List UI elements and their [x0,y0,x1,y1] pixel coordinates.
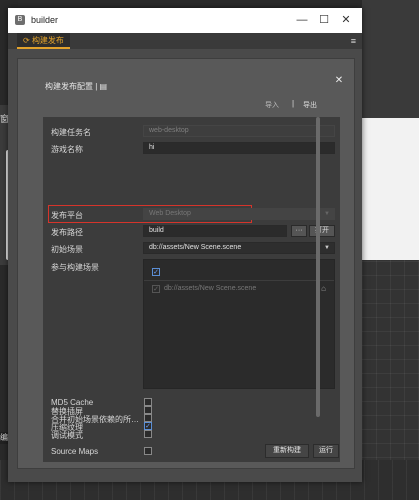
start-scene-label: 初始场景 [51,245,83,254]
start-scene-value: db://assets/New Scene.scene [149,244,242,251]
compress-texture-checkbox[interactable]: ✓ [144,422,152,430]
sourcemaps-checkbox[interactable] [144,447,152,455]
debug-checkbox[interactable] [144,430,152,438]
sourcemaps-label: Source Maps [51,447,99,456]
app-icon: B [15,15,25,25]
menu-icon[interactable]: ≡ [351,33,356,49]
title-bar: B builder — ☐ ✕ [8,8,362,33]
share-icon: ⟳ [23,36,32,45]
document-icon: ▤ [99,82,108,91]
platform-value: Web Desktop [149,210,191,217]
minimize-button[interactable]: — [292,12,312,28]
rebuild-button[interactable]: 重新构建 [265,444,309,458]
chevron-down-icon: ▼ [324,245,330,251]
close-window-button[interactable]: ✕ [336,12,356,28]
editor-preview-area [362,118,419,260]
export-link[interactable]: 导出 [303,100,317,110]
close-icon[interactable]: ✕ [332,74,346,88]
game-name-label: 游戏名称 [51,145,83,154]
scene-checkbox[interactable]: ✓ [152,285,160,293]
open-button[interactable]: 打开 [309,225,335,237]
start-scene-select[interactable]: db://assets/New Scene.scene ▼ [143,242,335,254]
dialog-title: 构建发布配置 | ▤ [45,81,107,92]
splash-label: 替换插屏 [51,407,83,416]
path-field[interactable]: build [143,225,287,237]
game-name-field[interactable]: hi [143,142,335,154]
scenes-label: 参与构建场景 [51,263,99,272]
window-title: builder [31,15,59,25]
merge-deps-checkbox[interactable] [144,414,152,422]
scrollbar[interactable] [316,117,320,417]
platform-select[interactable]: Web Desktop ▼ [143,208,335,220]
scene-list-header: ✓ [144,260,334,281]
scene-item: db://assets/New Scene.scene [164,285,257,292]
dialog-title-text: 构建发布配置 | [45,82,98,91]
path-label: 发布路径 [51,228,83,237]
maximize-button[interactable]: ☐ [314,12,334,28]
compress-texture-label: 压缩纹理 [51,423,83,432]
task-name-label: 构建任务名 [51,128,91,137]
chevron-down-icon: ▼ [324,211,330,217]
task-name-field[interactable]: web-desktop [143,125,335,137]
build-config-dialog: 构建发布配置 | ▤ ✕ 导入 | 导出 构建任务名 web-desktop 游… [17,58,355,469]
browse-button[interactable]: ··· [291,225,307,237]
tab-label: 构建发布 [31,36,64,45]
md5-checkbox[interactable] [144,398,152,406]
divider: | [292,99,295,108]
platform-label: 发布平台 [51,211,83,220]
splash-checkbox[interactable] [144,406,152,414]
home-icon: ⌂ [321,284,326,293]
scene-list: ✓ ✓ db://assets/New Scene.scene ⌂ [143,259,335,389]
tab-build-publish[interactable]: ⟳ 构建发布 [17,33,70,49]
select-all-checkbox[interactable]: ✓ [152,268,160,276]
config-form: 构建任务名 web-desktop 游戏名称 hi 发布平台 Web Deskt… [43,117,340,462]
run-button[interactable]: 运行 [313,444,339,458]
import-link[interactable]: 导入 [265,100,279,110]
builder-window: B builder — ☐ ✕ ⟳ 构建发布 ≡ 构建发布配置 | ▤ ✕ 导入… [8,8,362,482]
